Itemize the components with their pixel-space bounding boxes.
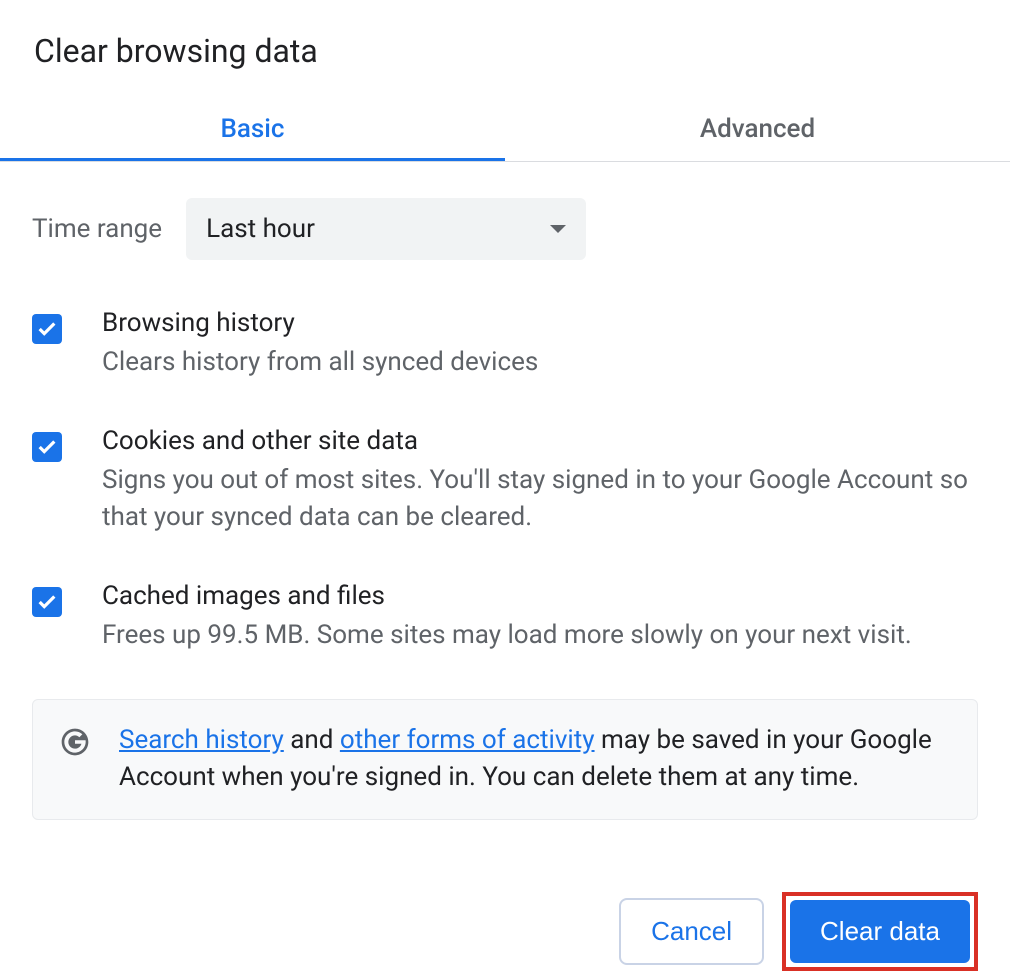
option-title: Browsing history	[102, 308, 538, 338]
tab-advanced[interactable]: Advanced	[505, 98, 1010, 161]
tab-basic[interactable]: Basic	[0, 98, 505, 161]
checkbox-cache[interactable]	[32, 587, 62, 617]
check-icon	[36, 318, 58, 340]
option-cache: Cached images and files Frees up 99.5 MB…	[32, 581, 978, 655]
checkbox-browsing-history[interactable]	[32, 314, 62, 344]
clear-data-button[interactable]: Clear data	[790, 900, 970, 963]
cancel-button[interactable]: Cancel	[619, 898, 764, 965]
dialog-title: Clear browsing data	[34, 32, 978, 70]
time-range-row: Time range Last hour	[32, 198, 978, 260]
info-text-and: and	[284, 725, 340, 755]
chevron-down-icon	[550, 225, 566, 233]
time-range-select[interactable]: Last hour	[186, 198, 586, 260]
info-text: Search history and other forms of activi…	[119, 722, 951, 797]
option-desc: Frees up 99.5 MB. Some sites may load mo…	[102, 617, 912, 655]
option-title: Cached images and files	[102, 581, 912, 611]
tabs-container: Basic Advanced	[0, 98, 1010, 162]
option-desc: Clears history from all synced devices	[102, 344, 538, 382]
google-icon	[59, 726, 91, 758]
check-icon	[36, 591, 58, 613]
options-list: Browsing history Clears history from all…	[32, 308, 978, 655]
clear-data-highlight: Clear data	[782, 892, 978, 971]
link-search-history[interactable]: Search history	[119, 725, 284, 755]
option-browsing-history: Browsing history Clears history from all…	[32, 308, 978, 382]
button-row: Cancel Clear data	[32, 892, 978, 971]
time-range-value: Last hour	[206, 214, 315, 244]
info-box: Search history and other forms of activi…	[32, 699, 978, 820]
check-icon	[36, 436, 58, 458]
option-title: Cookies and other site data	[102, 426, 978, 456]
checkbox-cookies[interactable]	[32, 432, 62, 462]
option-cookies: Cookies and other site data Signs you ou…	[32, 426, 978, 537]
link-other-forms[interactable]: other forms of activity	[340, 725, 595, 755]
option-desc: Signs you out of most sites. You'll stay…	[102, 462, 978, 537]
time-range-label: Time range	[32, 214, 162, 244]
